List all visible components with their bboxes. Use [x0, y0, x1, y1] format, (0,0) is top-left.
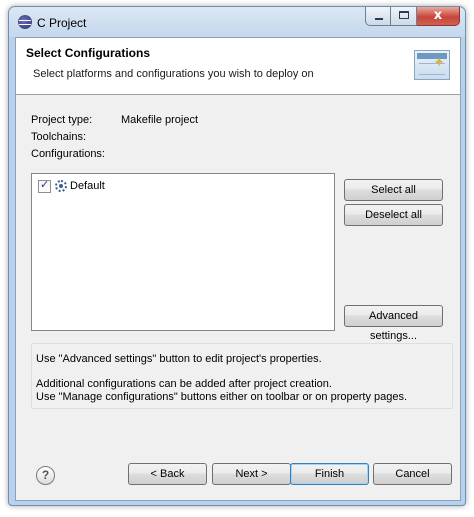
wizard-client-area: Select Configurations Select platforms a… — [15, 37, 461, 501]
select-all-button[interactable]: Select all — [344, 179, 443, 201]
list-item-label: Default — [70, 180, 105, 192]
advanced-settings-button[interactable]: Advanced settings... — [344, 305, 443, 342]
configuration-gear-icon — [55, 180, 67, 192]
deselect-all-button[interactable]: Deselect all — [344, 204, 443, 226]
configurations-list[interactable]: ✓ Default — [31, 173, 335, 331]
help-icon[interactable]: ? — [36, 466, 55, 485]
title-bar[interactable]: C Project x — [9, 7, 465, 37]
close-icon: x — [433, 8, 443, 23]
wizard-banner-icon: ✦ — [414, 50, 450, 80]
sparkle-icon: ✦ — [433, 54, 445, 70]
list-item-default[interactable]: ✓ Default — [38, 178, 105, 194]
window-controls: x — [365, 7, 460, 26]
project-type-value: Makefile project — [121, 114, 199, 126]
finish-button[interactable]: Finish — [290, 463, 369, 485]
project-type-label: Project type: — [31, 114, 93, 126]
next-button[interactable]: Next > — [212, 463, 291, 485]
wizard-banner: Select Configurations Select platforms a… — [16, 38, 460, 95]
default-checkbox[interactable]: ✓ — [38, 177, 51, 193]
page-description: Select platforms and configurations you … — [33, 68, 314, 80]
check-icon: ✓ — [40, 177, 50, 191]
close-button[interactable]: x — [417, 7, 460, 26]
info-panel: Use "Advanced settings" button to edit p… — [31, 343, 453, 409]
info-line-3: Use "Manage configurations" buttons eith… — [36, 391, 408, 403]
page-title: Select Configurations — [26, 46, 151, 60]
info-line-1: Use "Advanced settings" button to edit p… — [36, 353, 322, 365]
c-project-window: C Project x Select Configurations Select… — [8, 6, 466, 506]
info-line-2: Additional configurations can be added a… — [36, 378, 332, 390]
maximize-icon — [399, 11, 409, 19]
cancel-button[interactable]: Cancel — [373, 463, 452, 485]
minimize-icon — [375, 18, 383, 20]
minimize-button[interactable] — [365, 7, 391, 26]
configurations-label: Configurations: — [31, 148, 105, 160]
eclipse-app-icon — [18, 15, 32, 29]
back-button[interactable]: < Back — [128, 463, 207, 485]
toolchains-label: Toolchains: — [31, 131, 87, 143]
maximize-button[interactable] — [391, 7, 417, 26]
window-title: C Project — [37, 16, 87, 30]
